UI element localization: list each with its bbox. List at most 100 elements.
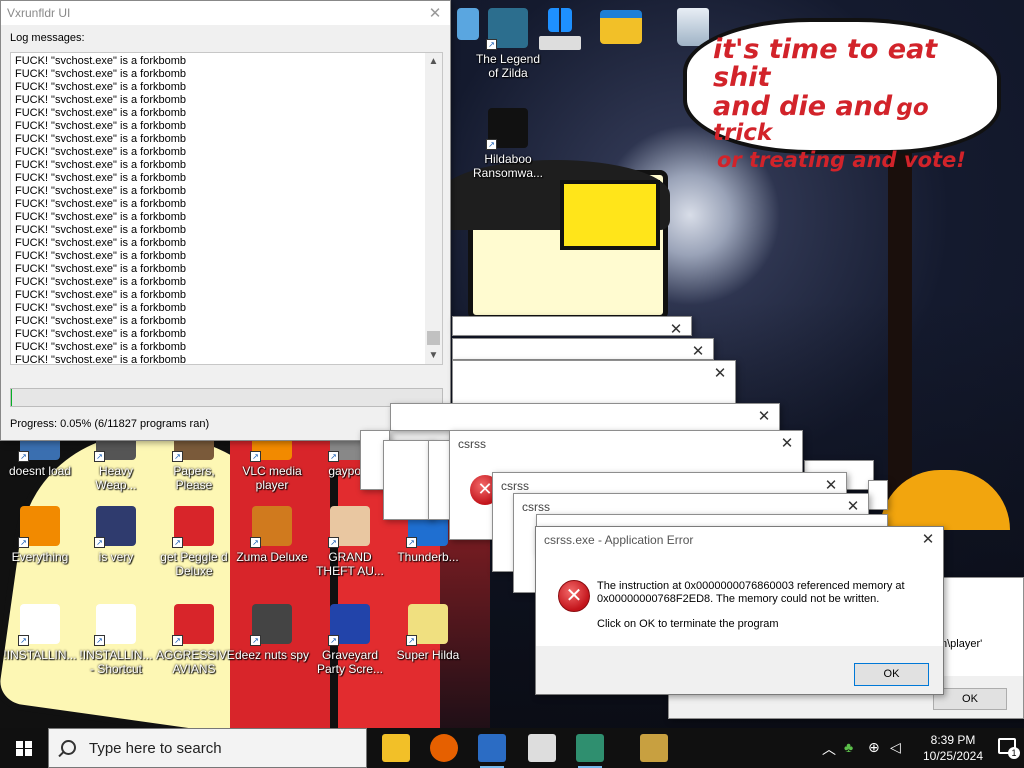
close-icon[interactable]: ✕ (426, 1, 444, 27)
scroll-thumb[interactable] (427, 331, 440, 345)
desktop-icon[interactable]: ↗ GRAND THEFT AU... (312, 506, 388, 578)
log-line: FUCK! "svchost.exe" is a forkbomb (15, 94, 187, 106)
desktop-icon-label: Graveyard Party Scre... (316, 648, 384, 676)
desktop-icon[interactable]: ↗ Zuma Deluxe (234, 506, 310, 564)
log-line: FUCK! "svchost.exe" is a forkbomb (15, 146, 187, 158)
shortcut-arrow-icon: ↗ (172, 537, 183, 548)
error-window-stacked[interactable]: ✕ (452, 360, 736, 405)
log-line: FUCK! "svchost.exe" is a forkbomb (15, 211, 187, 223)
desktop-icon-label: The Legend of Zilda (475, 52, 541, 80)
shortcut-arrow-icon: ↗ (172, 635, 183, 646)
desktop-icon-label: GRAND THEFT AU... (316, 550, 384, 578)
shortcut-arrow-icon: ↗ (94, 451, 105, 462)
bubble-line-2: and die and (713, 90, 893, 122)
shortcut-arrow-icon: ↗ (328, 537, 339, 548)
search-placeholder: Type here to search (89, 740, 222, 757)
angry-bird-icon: ↗ (172, 604, 214, 646)
desktop-icon[interactable]: ↗ !INSTALLIN... (2, 604, 78, 662)
clock[interactable]: 8:39 PM 10/25/2024 (914, 732, 992, 764)
shortcut-arrow-icon: ↗ (250, 451, 261, 462)
speech-bubble: it's time to eat shit and die and go tri… (683, 18, 1001, 171)
desktop-icon[interactable]: ↗ !INSTALLIN... - Shortcut (78, 604, 154, 676)
ok-button[interactable]: OK (933, 688, 1007, 710)
error-instruction: Click on OK to terminate the program (597, 618, 779, 630)
shield-logo-icon: ↗ (94, 506, 136, 548)
zuma-icon: ↗ (250, 506, 292, 548)
application-error-dialog[interactable]: csrss.exe - Application Error ✕ ✕ The in… (535, 526, 944, 695)
scroll-down-icon[interactable]: ▼ (425, 347, 442, 364)
desktop-icon[interactable]: ↗ Everything (2, 506, 78, 564)
shortcut-arrow-icon: ↗ (250, 537, 261, 548)
desktop-icon-folder[interactable] (596, 10, 646, 48)
anime-girl-icon: ↗ (328, 506, 370, 548)
text-file-icon: ↗ (94, 604, 136, 646)
log-scrollbar[interactable]: ▲ ▼ (425, 53, 442, 364)
desktop-icon-label: Everything (11, 550, 69, 564)
desktop-icon[interactable]: ↗ is very (78, 506, 154, 564)
error-window-stacked[interactable] (868, 480, 888, 510)
wallpaper-hat-band (560, 180, 660, 250)
log-line: FUCK! "svchost.exe" is a forkbomb (15, 250, 187, 262)
error-window-stacked[interactable]: ✕ (390, 403, 780, 431)
desktop-icon[interactable]: ↗ Hildaboo Ransomwa... (470, 108, 546, 180)
text-file-icon: ↗ (18, 604, 60, 646)
game-icon[interactable] (640, 734, 668, 762)
vxrunfldr-window[interactable]: Vxrunfldr UI ✕ Log messages: FUCK! "svch… (0, 0, 451, 441)
desktop-icon[interactable]: ↗ AGGRESSIVE AVIANS (156, 604, 235, 676)
app-window-icon[interactable] (576, 734, 604, 768)
shortcut-arrow-icon: ↗ (18, 537, 29, 548)
dialog-partial-text: n\player' (941, 638, 983, 650)
chevron-up-icon[interactable]: ︿ (822, 739, 836, 759)
error-icon: ✕ (558, 580, 590, 612)
file-icon[interactable] (528, 734, 556, 762)
error-window-stacked[interactable] (383, 440, 433, 520)
scroll-up-icon[interactable]: ▲ (425, 53, 442, 70)
desktop-icon[interactable]: ↗ deez nuts spy (234, 604, 310, 662)
desktop-icon[interactable]: ↗ Graveyard Party Scre... (312, 604, 388, 676)
close-icon[interactable]: ✕ (919, 527, 937, 553)
recycle-bin-icon (677, 8, 709, 46)
error-window-stacked[interactable]: ✕ (452, 338, 714, 360)
log-line: FUCK! "svchost.exe" is a forkbomb (15, 302, 187, 314)
peggle-icon: ↗ (172, 506, 214, 548)
close-icon[interactable]: ✕ (778, 431, 796, 457)
network-icon[interactable]: ⊕ (868, 739, 880, 756)
close-icon[interactable]: ✕ (711, 361, 729, 387)
log-line: FUCK! "svchost.exe" is a forkbomb (15, 354, 187, 365)
desktop-icon-label: Zuma Deluxe (236, 550, 308, 564)
close-icon[interactable]: ✕ (755, 404, 773, 430)
desktop-icon[interactable]: ↗ Super Hilda (390, 604, 466, 662)
shortcut-arrow-icon: ↗ (172, 451, 183, 462)
app-window-icon[interactable] (478, 734, 506, 768)
ok-button[interactable]: OK (854, 663, 929, 686)
volume-icon[interactable]: ◁ (890, 739, 901, 756)
log-line: FUCK! "svchost.exe" is a forkbomb (15, 120, 187, 132)
notification-count: 1 (1008, 747, 1020, 759)
everything-search-icon: ↗ (18, 506, 60, 548)
dialog-title: csrss.exe - Application Error (544, 533, 694, 547)
desktop-icon[interactable]: ↗ get Peggle d Deluxe (156, 506, 232, 578)
window-titlebar[interactable]: Vxrunfldr UI ✕ (1, 1, 450, 25)
log-line: FUCK! "svchost.exe" is a forkbomb (15, 237, 187, 249)
desktop-icon-label: Papers, Please (173, 464, 215, 492)
windows-logo-icon (548, 8, 572, 32)
log-line: FUCK! "svchost.exe" is a forkbomb (15, 185, 187, 197)
file-explorer-icon[interactable] (382, 734, 410, 762)
shortcut-arrow-icon: ↗ (486, 39, 497, 50)
error-window-stacked[interactable]: ✕ (452, 316, 692, 338)
log-line: FUCK! "svchost.exe" is a forkbomb (15, 81, 187, 93)
log-listbox[interactable]: FUCK! "svchost.exe" is a forkbomb FUCK! "… (10, 52, 443, 365)
desktop-icon[interactable]: ↗ The Legend of Zilda (470, 8, 546, 80)
shortcut-arrow-icon: ↗ (486, 139, 497, 150)
search-box[interactable]: Type here to search (48, 728, 367, 768)
log-lines: FUCK! "svchost.exe" is a forkbomb FUCK! "… (15, 55, 187, 365)
notification-icon[interactable]: 1 (998, 738, 1020, 759)
dialog-message-area: ✕ The instruction at 0x0000000076860003 … (536, 554, 943, 646)
yashma-shield-icon: ↗ (486, 108, 528, 150)
dialog-titlebar[interactable]: csrss.exe - Application Error ✕ (536, 527, 943, 553)
firefox-icon[interactable] (430, 734, 458, 762)
start-button[interactable] (0, 728, 48, 768)
log-line: FUCK! "svchost.exe" is a forkbomb (15, 289, 187, 301)
tray-app-icon[interactable]: ♣ (844, 739, 853, 755)
error-message: The instruction at 0x0000000076860003 re… (597, 580, 905, 605)
